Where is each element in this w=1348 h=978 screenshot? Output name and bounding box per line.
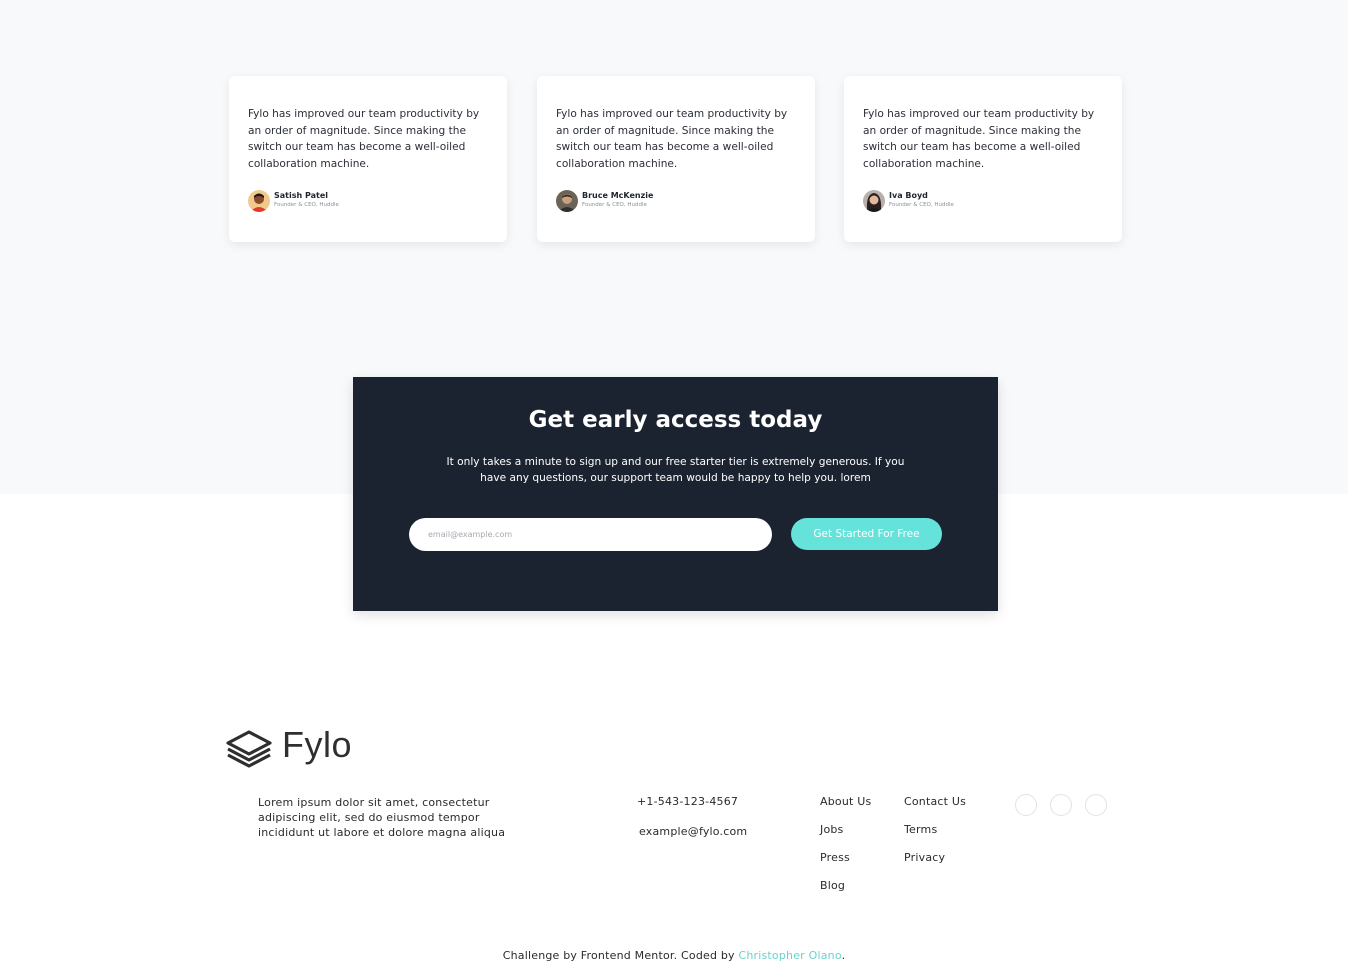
- logo-wordmark: Fylo: [282, 724, 353, 765]
- author-name: Satish Patel: [274, 191, 329, 200]
- footer-link-about-us[interactable]: About Us: [820, 795, 871, 808]
- footer-email: example@fylo.com: [639, 825, 748, 838]
- testimonial-card: Fylo has improved our team productivity …: [537, 76, 815, 242]
- footer-link-press[interactable]: Press: [820, 851, 850, 864]
- footer-link-jobs[interactable]: Jobs: [820, 823, 844, 836]
- footer-link-blog[interactable]: Blog: [820, 879, 845, 892]
- instagram-icon[interactable]: [1085, 794, 1107, 816]
- testimonial-quote: Fylo has improved our team productivity …: [863, 108, 1095, 171]
- footer-link-privacy[interactable]: Privacy: [904, 851, 945, 864]
- fylo-logo-icon: [226, 730, 272, 768]
- early-access-panel: Get early access today It only takes a m…: [353, 377, 998, 611]
- testimonial-quote: Fylo has improved our team productivity …: [556, 108, 788, 171]
- twitter-icon[interactable]: [1050, 794, 1072, 816]
- footer-link-contact-us[interactable]: Contact Us: [904, 795, 966, 808]
- attribution-prefix: Challenge by Frontend Mentor. Coded by: [502, 949, 739, 962]
- author-name: Iva Boyd: [889, 191, 928, 200]
- footer-link-terms[interactable]: Terms: [904, 823, 937, 836]
- attribution: Challenge by Frontend Mentor. Coded by C…: [0, 949, 1348, 962]
- get-started-button[interactable]: Get Started For Free: [791, 518, 942, 550]
- testimonial-author: Bruce McKenzie Founder & CEO, Huddle: [556, 189, 796, 213]
- attribution-suffix: .: [841, 949, 846, 962]
- footer-phone: +1-543-123-4567: [637, 795, 739, 808]
- testimonial-author: Satish Patel Founder & CEO, Huddle: [248, 189, 488, 213]
- author-role: Founder & CEO, Huddle: [274, 202, 339, 208]
- author-role: Founder & CEO, Huddle: [889, 202, 954, 208]
- testimonial-author: Iva Boyd Founder & CEO, Huddle: [863, 189, 1103, 213]
- testimonial-quote: Fylo has improved our team productivity …: [248, 108, 480, 171]
- testimonial-card: Fylo has improved our team productivity …: [844, 76, 1122, 242]
- early-access-title: Get early access today: [528, 407, 823, 433]
- avatar: [863, 190, 885, 212]
- facebook-icon[interactable]: [1015, 794, 1037, 816]
- avatar: [556, 190, 578, 212]
- footer-about-text: Lorem ipsum dolor sit amet, consectetur …: [258, 796, 506, 839]
- author-role: Founder & CEO, Huddle: [582, 202, 647, 208]
- early-access-description: It only takes a minute to sign up and ou…: [446, 456, 905, 484]
- author-name: Bruce McKenzie: [582, 191, 654, 200]
- email-input[interactable]: [409, 518, 772, 551]
- testimonial-card: Fylo has improved our team productivity …: [229, 76, 507, 242]
- author-link[interactable]: Christopher Olano: [738, 949, 841, 962]
- avatar: [248, 190, 270, 212]
- fylo-logo[interactable]: Fylo: [226, 724, 366, 770]
